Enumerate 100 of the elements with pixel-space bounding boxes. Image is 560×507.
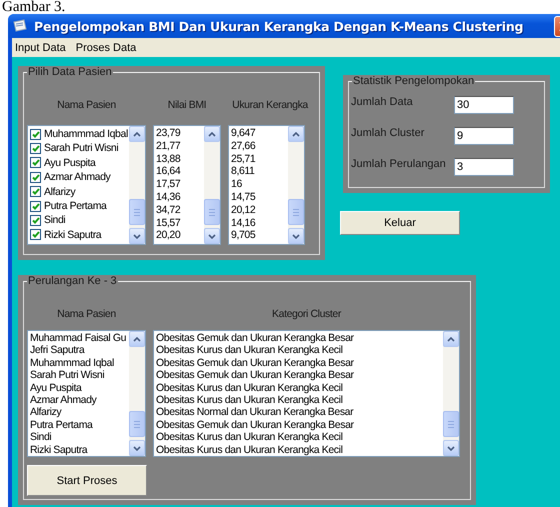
scroll-up-button[interactable] [443, 331, 459, 347]
list-item[interactable]: 16 [231, 178, 288, 191]
list-item[interactable]: Obesitas Normal dan Ukuran Kerangka Besar [156, 406, 443, 419]
chevron-down-icon [133, 446, 141, 450]
chevron-up-icon [208, 132, 216, 136]
scroll-up-button[interactable] [129, 126, 145, 142]
input-field[interactable]: 9 [454, 127, 514, 145]
list-item[interactable]: Azmar Ahmady [30, 170, 129, 185]
list-item[interactable]: Obesitas Gemuk dan Ukuran Kerangka Besar [156, 418, 443, 432]
chevron-down-icon [292, 234, 300, 238]
list-item[interactable]: Alfarizy [30, 184, 129, 199]
list-item[interactable]: Obesitas Kurus dan Ukuran Kerangka Kecil [156, 394, 443, 406]
chevron-down-icon [133, 234, 141, 238]
list-item[interactable]: 21,77 [156, 140, 204, 153]
list-item[interactable]: Sindi [30, 213, 129, 228]
list-item[interactable]: 20,12 [231, 204, 288, 217]
list-item[interactable]: Obesitas Gemuk dan Ukuran Kerangka Besar [156, 356, 443, 370]
list-item[interactable]: Obesitas Gemuk dan Ukuran Kerangka Besar [156, 332, 443, 344]
list-item[interactable]: 8,611 [231, 165, 288, 178]
list-item[interactable]: Jefri Saputra [30, 344, 129, 357]
scroll-up-button[interactable] [129, 331, 145, 347]
scroll-thumb[interactable] [288, 199, 304, 225]
scrollbar[interactable] [204, 126, 220, 244]
exit-button[interactable]: Keluar [340, 211, 460, 235]
chevron-down-icon [447, 446, 455, 450]
list-box[interactable] [153, 330, 460, 457]
scroll-up-button[interactable] [288, 126, 304, 142]
list-box[interactable]: Muhammad Faisal Gu Jefri Saputra Muhammmad Iqbal Sarah Putri Wisni Ayu Puspita Azmar Ahmady Alfarizy Putra Pertama Sindi Rizki Saputra [27, 330, 146, 457]
scroll-down-button[interactable] [288, 228, 304, 244]
list-item[interactable]: Muhammad Faisal Gu [30, 332, 129, 344]
scroll-down-button[interactable] [129, 228, 145, 244]
list-item[interactable]: Muhammmad Iqbal [30, 356, 129, 370]
checkbox[interactable] [30, 128, 41, 140]
list-item[interactable]: 15,57 [156, 216, 204, 230]
list-item[interactable]: 25,71 [231, 152, 288, 166]
scroll-thumb[interactable] [129, 199, 145, 225]
list-item[interactable]: Muhammmad Iqbal [30, 127, 129, 142]
chevron-up-icon [133, 132, 141, 136]
list-item[interactable]: Sarah Putri Wisni [30, 369, 129, 382]
scroll-up-button[interactable] [204, 126, 220, 142]
list-item[interactable]: Obesitas Kurus dan Ukuran Kerangka Kecil [156, 344, 443, 357]
list-item[interactable]: Obesitas Kurus dan Ukuran Kerangka Kecil [156, 444, 443, 456]
scroll-thumb[interactable] [204, 199, 220, 225]
list-item[interactable]: 16,64 [156, 165, 204, 178]
list-item[interactable]: Putra Pertama [30, 418, 129, 432]
list-box[interactable]: 9,647 27,66 25,71 8,611 16 14,75 20,12 14,16 9,705 [228, 125, 305, 245]
list-item[interactable]: Obesitas Kurus dan Ukuran Kerangka Kecil [156, 431, 443, 444]
list-item[interactable]: Obesitas Kurus dan Ukuran Kerangka Kecil [156, 382, 443, 394]
checkbox[interactable] [30, 143, 41, 154]
list-item[interactable]: Ayu Puspita [30, 156, 129, 170]
checkbox[interactable] [30, 200, 41, 212]
list-item[interactable]: 17,57 [156, 178, 204, 191]
scrollbar[interactable] [129, 126, 145, 244]
scroll-down-button[interactable] [204, 228, 220, 244]
menu-item[interactable]: Input Data [15, 42, 66, 54]
column-header: Nilai BMI [166, 99, 208, 111]
list-item[interactable]: 27,66 [231, 140, 288, 153]
scroll-thumb[interactable] [129, 411, 145, 437]
list-item[interactable]: Alfarizy [30, 406, 129, 419]
list-item[interactable]: Ayu Puspita [30, 382, 129, 394]
checkbox[interactable] [30, 157, 41, 168]
window-icon [12, 19, 28, 33]
list-item[interactable]: 14,75 [231, 190, 288, 204]
column-header: Kategori Cluster [271, 308, 342, 320]
menu-item[interactable]: Proses Data [76, 42, 136, 54]
list-item[interactable]: 9,705 [231, 229, 288, 242]
list-item[interactable]: Putra Pertama [30, 198, 129, 214]
list-item[interactable]: 14,36 [156, 190, 204, 204]
checkbox[interactable] [30, 186, 41, 198]
list-item[interactable]: Sarah Putri Wisni [30, 141, 129, 156]
list-box[interactable]: Muhammmad Iqbal Sarah Putri Wisni Ayu Puspita Azmar Ahmady Alfarizy Putra Pertama Sindi Rizki Saputra [27, 125, 146, 245]
window-title: Pengelompokan BMI Dan Ukuran Kerangka Dengan K-Means Clustering [34, 18, 524, 34]
scroll-down-button[interactable] [129, 440, 145, 456]
scroll-thumb[interactable] [443, 411, 459, 437]
checkbox[interactable] [30, 229, 41, 240]
list-item[interactable]: Azmar Ahmady [30, 394, 129, 406]
scrollbar[interactable] [288, 126, 304, 244]
list-item[interactable]: 34,72 [156, 204, 204, 217]
scrollbar[interactable] [129, 331, 145, 456]
list-item[interactable]: 13,88 [156, 152, 204, 166]
field-label: Jumlah Cluster [351, 127, 426, 139]
list-item[interactable]: 9,647 [231, 127, 288, 140]
chevron-up-icon [447, 336, 455, 342]
list-box[interactable]: 23,79 21,77 13,88 16,64 17,57 14,36 34,72 15,57 20,20 [153, 125, 221, 245]
input-field[interactable]: 30 [454, 96, 514, 114]
input-field[interactable]: 3 [454, 158, 514, 176]
figure-caption: Gambar 3. [1, 0, 66, 14]
list-item[interactable]: Obesitas Gemuk dan Ukuran Kerangka Besar [156, 369, 443, 382]
list-item[interactable]: 14,16 [231, 216, 288, 230]
list-item[interactable]: Rizki Saputra [30, 228, 129, 242]
list-item[interactable]: 20,20 [156, 229, 204, 242]
checkbox[interactable] [30, 172, 41, 183]
list-item[interactable]: Rizki Saputra [30, 444, 129, 456]
list-item[interactable]: Sindi [30, 431, 129, 444]
list-item[interactable]: 23,79 [156, 127, 204, 140]
column-header: Ukuran Kerangka [231, 99, 310, 111]
scroll-down-button[interactable] [443, 440, 459, 456]
checkbox[interactable] [30, 215, 41, 226]
scrollbar[interactable] [443, 331, 459, 456]
start-button[interactable]: Start Proses [27, 465, 147, 496]
